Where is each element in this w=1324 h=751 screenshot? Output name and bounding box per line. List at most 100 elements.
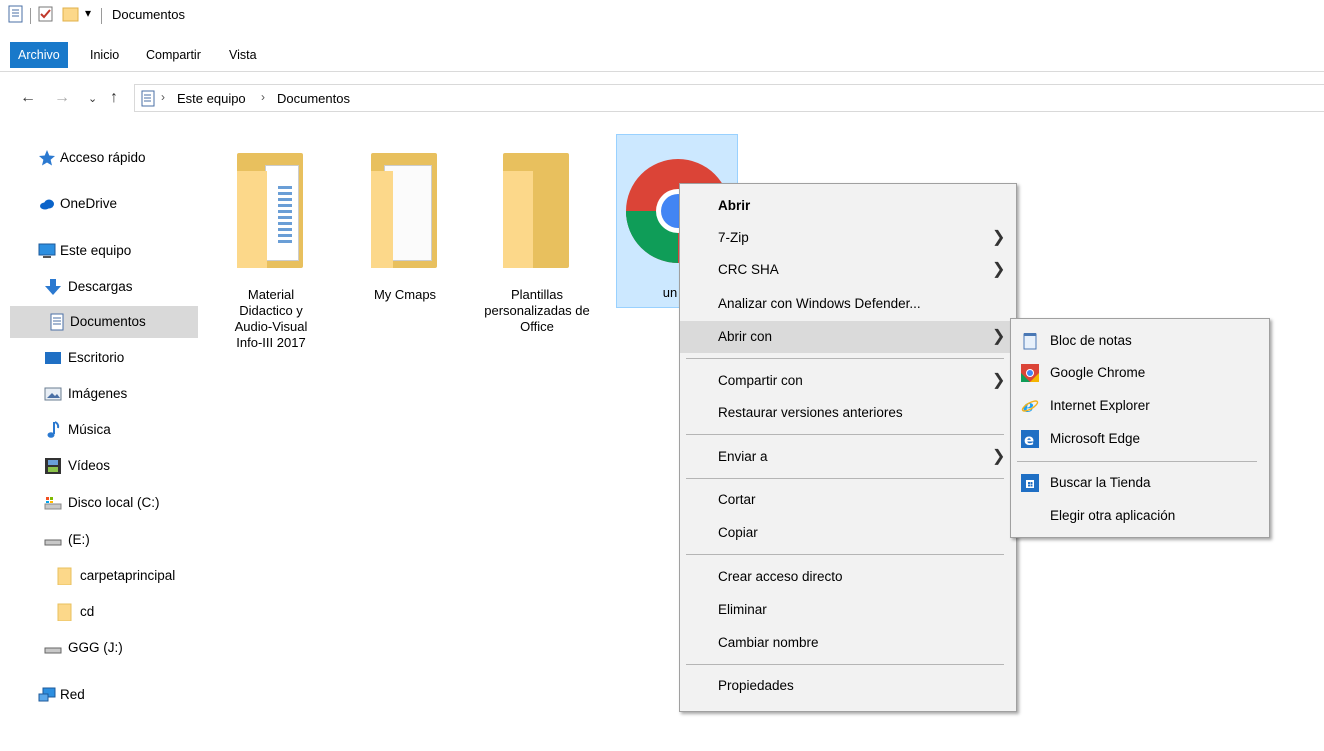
tab-compartir[interactable]: Compartir — [138, 42, 209, 68]
sidebar-item-videos[interactable]: Vídeos — [10, 450, 190, 482]
menu-item-cortar[interactable]: Cortar — [680, 484, 1016, 516]
folder-item[interactable]: My Cmaps — [344, 137, 466, 307]
sidebar-item-red[interactable]: Red — [10, 679, 190, 711]
recent-locations-chevron-icon[interactable]: ⌄ — [88, 92, 97, 105]
back-arrow-icon[interactable]: ← — [20, 89, 36, 107]
menu-item-enviar-a[interactable]: Enviar a ❯ — [680, 441, 1016, 473]
context-menu: Abrir 7-Zip ❯ CRC SHA ❯ Analizar con Windo… — [679, 183, 1017, 712]
sidebar-item-label: Escritorio — [68, 350, 125, 365]
breadcrumb-documentos[interactable]: Documentos — [277, 91, 350, 106]
local-disk-icon — [44, 497, 62, 510]
document-icon — [141, 90, 155, 107]
open-with-buscar-la-tienda[interactable]: Buscar la Tienda — [1011, 467, 1269, 499]
sidebar-item-musica[interactable]: Música — [10, 414, 190, 446]
drive-icon — [44, 647, 62, 654]
menu-item-copiar[interactable]: Copiar — [680, 517, 1016, 549]
open-with-microsoft-edge[interactable]: e Microsoft Edge — [1011, 423, 1269, 455]
up-arrow-icon[interactable]: ↑ — [110, 89, 118, 107]
music-note-icon — [47, 421, 60, 438]
sidebar-item-escritorio[interactable]: Escritorio — [10, 342, 190, 374]
star-icon — [39, 150, 55, 166]
menu-item-eliminar[interactable]: Eliminar — [680, 594, 1016, 626]
customize-dropdown-icon[interactable]: ▾ — [85, 6, 91, 20]
svg-text:e: e — [1024, 431, 1034, 448]
pictures-icon — [44, 387, 62, 401]
menu-item-label: Compartir con — [718, 373, 803, 388]
sidebar-item-label: carpetaprincipal — [80, 568, 176, 583]
menu-item-crc-sha[interactable]: CRC SHA ❯ — [680, 254, 1016, 286]
folder-icon — [57, 603, 72, 621]
sidebar-item-ggg-j[interactable]: GGG (J:) — [10, 632, 190, 664]
sidebar-item-drive-e[interactable]: (E:) — [10, 524, 190, 556]
sidebar-item-label: GGG (J:) — [68, 640, 123, 655]
navigation-pane: Acceso rápido OneDrive Este equipo Desca… — [0, 135, 200, 735]
menu-item-label: Cortar — [718, 492, 756, 507]
menu-separator — [686, 478, 1004, 479]
breadcrumb-chevron-icon[interactable]: › — [161, 90, 165, 104]
sidebar-item-acceso-rapido[interactable]: Acceso rápido — [10, 142, 190, 174]
sidebar-item-descargas[interactable]: Descargas — [10, 271, 190, 303]
open-with-submenu: Bloc de notas Google Chrome e Internet E… — [1010, 318, 1270, 538]
document-preview — [265, 165, 299, 261]
open-with-google-chrome[interactable]: Google Chrome — [1011, 357, 1269, 389]
checkmark-icon[interactable] — [38, 5, 54, 23]
sidebar-item-disco-local-c[interactable]: Disco local (C:) — [10, 487, 190, 519]
sidebar-item-cd[interactable]: cd — [10, 596, 190, 628]
chevron-right-icon: ❯ — [992, 448, 1006, 465]
menu-item-label: 7-Zip — [718, 230, 749, 245]
folder-front — [371, 171, 393, 268]
open-with-internet-explorer[interactable]: e Internet Explorer — [1011, 390, 1269, 422]
chevron-right-icon: ❯ — [992, 261, 1006, 278]
menu-item-label: Restaurar versiones anteriores — [718, 405, 903, 420]
notepad-icon — [1023, 333, 1037, 350]
menu-item-label: CRC SHA — [718, 262, 779, 277]
folder-icon — [57, 567, 72, 585]
sidebar-item-label: cd — [80, 604, 95, 619]
menu-item-compartir-con[interactable]: Compartir con ❯ — [680, 365, 1016, 397]
menu-item-label: Cambiar nombre — [718, 635, 819, 650]
separator — [101, 8, 102, 24]
submenu-item-label: Elegir otra aplicación — [1050, 508, 1176, 523]
sidebar-item-onedrive[interactable]: OneDrive — [10, 188, 190, 220]
submenu-item-label: Buscar la Tienda — [1050, 475, 1151, 490]
address-bar[interactable]: › Este equipo › Documentos — [134, 84, 1324, 112]
menu-item-restaurar-versiones[interactable]: Restaurar versiones anteriores — [680, 397, 1016, 429]
menu-item-propiedades[interactable]: Propiedades — [680, 670, 1016, 702]
drive-icon — [44, 539, 62, 546]
network-icon — [38, 687, 56, 702]
menu-item-label: Abrir con — [718, 329, 773, 344]
breadcrumb-este-equipo[interactable]: Este equipo — [177, 91, 246, 106]
menu-item-cambiar-nombre[interactable]: Cambiar nombre — [680, 627, 1016, 659]
menu-item-7zip[interactable]: 7-Zip ❯ — [680, 222, 1016, 254]
breadcrumb-chevron-icon[interactable]: › — [261, 90, 265, 104]
document-icon — [50, 313, 64, 331]
folder-item[interactable]: Material Didactico y Audio-Visual Info-III … — [210, 137, 332, 350]
folder-front — [503, 171, 533, 268]
open-with-bloc-de-notas[interactable]: Bloc de notas — [1011, 325, 1269, 357]
tab-vista[interactable]: Vista — [221, 42, 265, 68]
open-with-elegir-otra-aplicacion[interactable]: Elegir otra aplicación — [1011, 500, 1269, 532]
submenu-item-label: Internet Explorer — [1050, 398, 1150, 413]
sidebar-item-label: Acceso rápido — [60, 150, 146, 165]
menu-separator — [686, 664, 1004, 665]
chevron-right-icon: ❯ — [992, 328, 1006, 345]
tab-archivo[interactable]: Archivo — [10, 42, 68, 68]
menu-item-abrir-con[interactable]: Abrir con ❯ — [680, 321, 1016, 353]
new-folder-icon[interactable] — [62, 5, 80, 23]
internet-explorer-icon: e — [1021, 397, 1039, 415]
menu-item-label: Analizar con Windows Defender... — [718, 296, 921, 311]
tab-inicio[interactable]: Inicio — [82, 42, 127, 68]
sidebar-item-label: Disco local (C:) — [68, 495, 160, 510]
menu-item-crear-acceso-directo[interactable]: Crear acceso directo — [680, 561, 1016, 593]
menu-item-analizar-defender[interactable]: Analizar con Windows Defender... — [680, 288, 1016, 320]
forward-arrow-icon[interactable]: → — [54, 89, 70, 107]
sidebar-item-carpetaprincipal[interactable]: carpetaprincipal — [10, 560, 190, 592]
window-title: Documentos — [112, 7, 185, 22]
sidebar-item-imagenes[interactable]: Imágenes — [10, 378, 190, 410]
menu-item-abrir[interactable]: Abrir — [680, 190, 1016, 222]
sidebar-item-documentos[interactable]: Documentos — [10, 306, 198, 338]
properties-icon[interactable] — [8, 5, 24, 23]
folder-item[interactable]: Plantillas personalizadas de Office — [476, 137, 598, 334]
sidebar-item-este-equipo[interactable]: Este equipo — [10, 235, 190, 267]
submenu-item-label: Bloc de notas — [1050, 333, 1132, 348]
